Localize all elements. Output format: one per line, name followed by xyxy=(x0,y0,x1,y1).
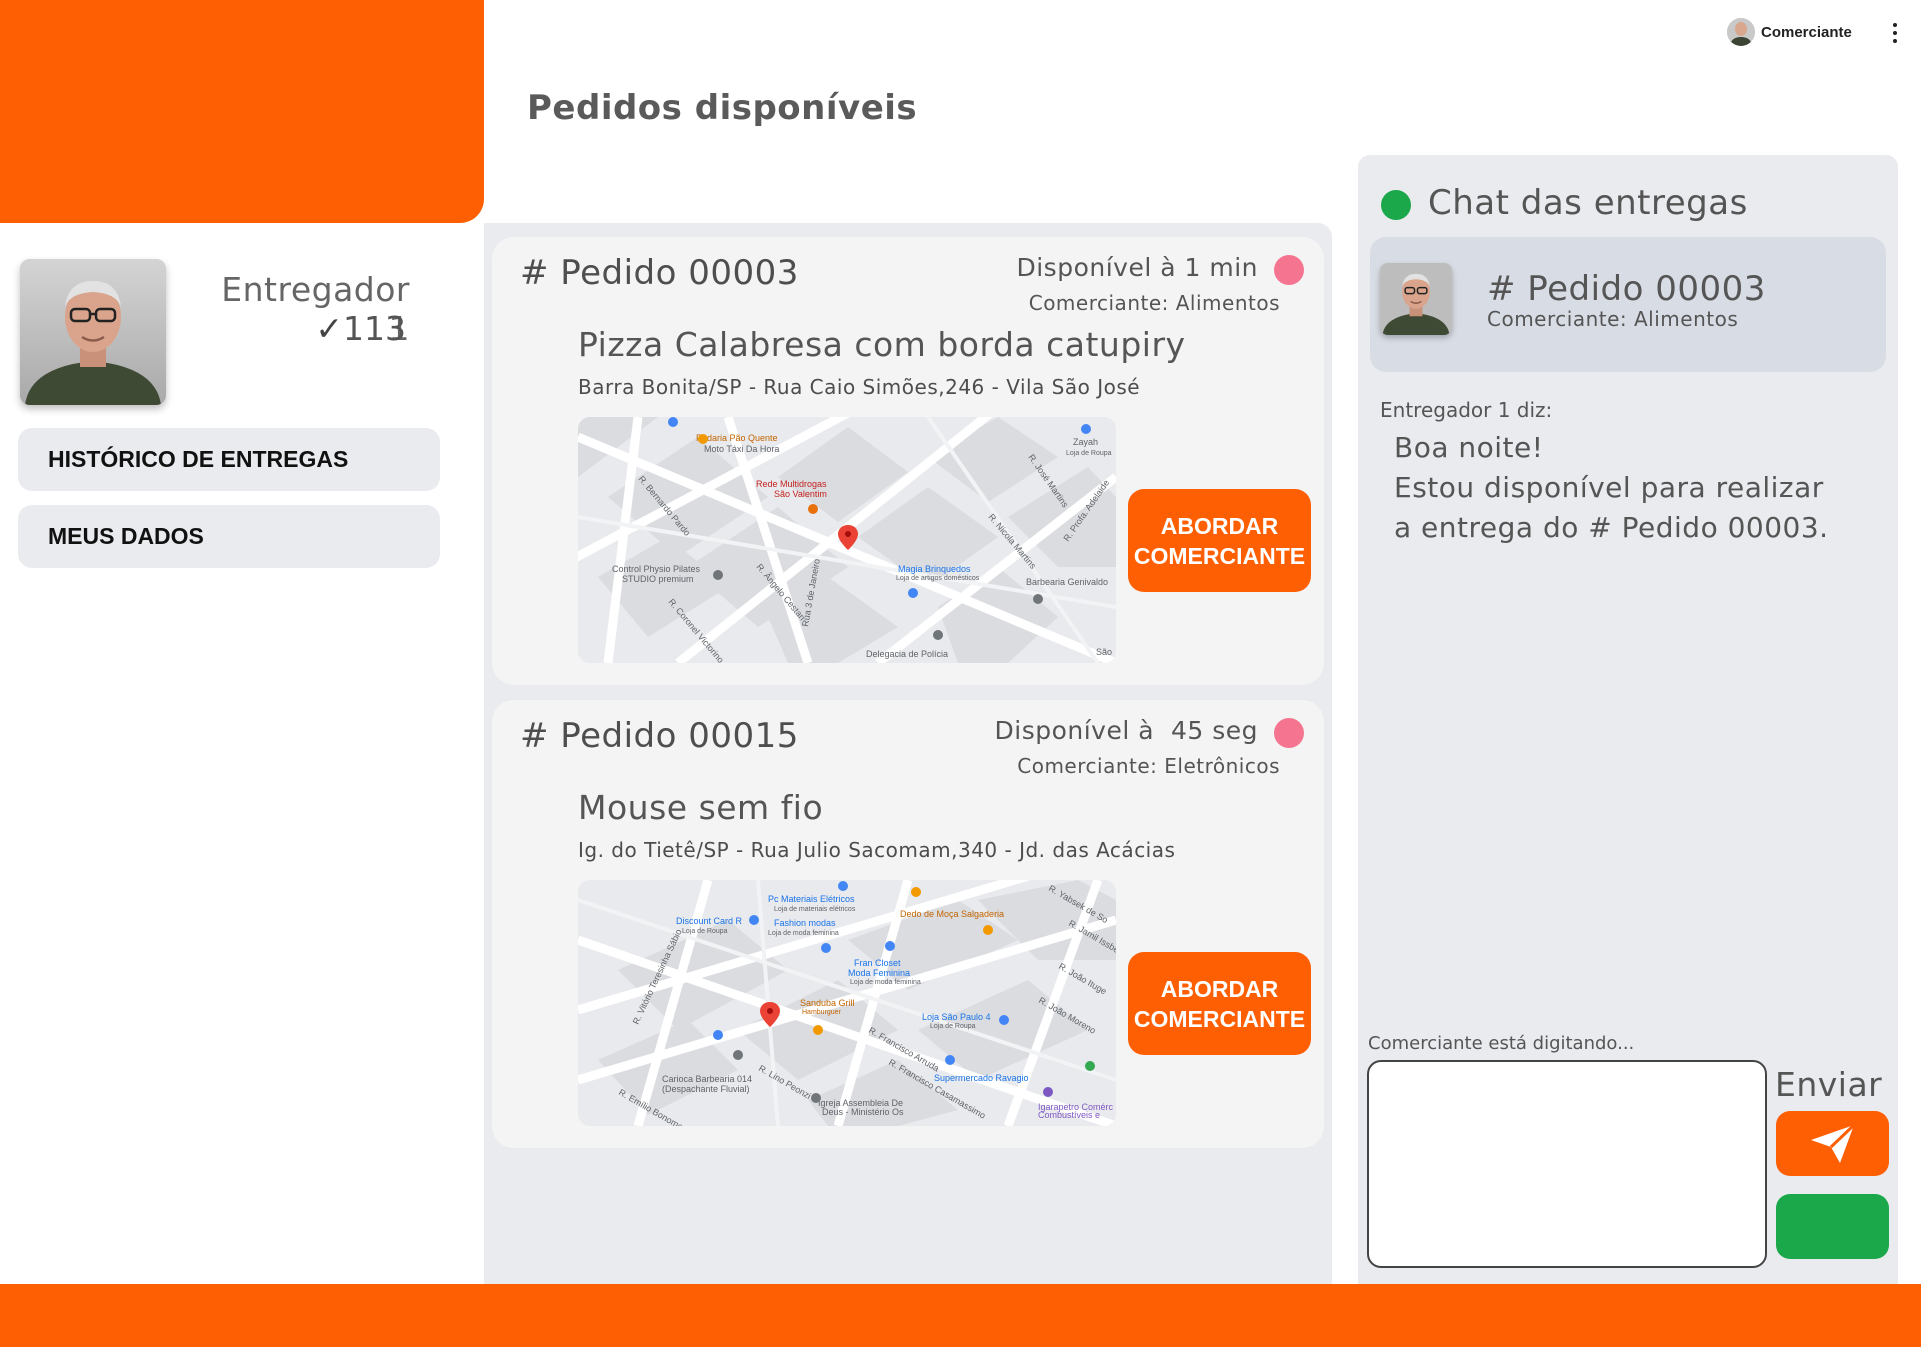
approach-merchant-button[interactable]: ABORDAR COMERCIANTE xyxy=(1128,952,1311,1055)
svg-text:Fashion modas: Fashion modas xyxy=(774,918,836,928)
order-merchant: Comerciante: Alimentos xyxy=(1028,291,1280,315)
order-product: Pizza Calabresa com borda catupiry xyxy=(578,325,1186,364)
topbar-user-name: Comerciante xyxy=(1761,23,1852,41)
svg-text:Dedo de Moça Salgaderia: Dedo de Moça Salgaderia xyxy=(900,909,1004,919)
courier-avatar xyxy=(1380,263,1452,335)
status-dot xyxy=(1274,255,1304,285)
footer-bar xyxy=(0,1284,1921,1347)
svg-text:Loja São Paulo 4: Loja São Paulo 4 xyxy=(922,1012,991,1022)
online-status-dot xyxy=(1381,190,1411,220)
svg-text:Delegacia de Polícia: Delegacia de Polícia xyxy=(866,649,948,659)
svg-text:Loja de Roupa: Loja de Roupa xyxy=(682,928,728,935)
order-merchant: Comerciante: Eletrônicos xyxy=(1017,754,1280,778)
order-available-time: Disponível à 1 min xyxy=(1016,253,1258,282)
svg-text:(Despachante Fluvial): (Despachante Fluvial) xyxy=(662,1084,750,1094)
order-address: Barra Bonita/SP - Rua Caio Simões,246 - … xyxy=(578,375,1141,399)
svg-text:Supermercado Ravagio: Supermercado Ravagio xyxy=(934,1073,1029,1083)
svg-text:Discount Card R: Discount Card R xyxy=(676,916,743,926)
order-address: Ig. do Tietê/SP - Rua Julio Sacomam,340 … xyxy=(578,838,1176,862)
svg-text:Loja de Roupa: Loja de Roupa xyxy=(1066,450,1112,457)
svg-text:Combustíveis e: Combustíveis e xyxy=(1038,1110,1100,1120)
order-available-time: Disponível à 45 seg xyxy=(994,716,1258,745)
svg-text:Loja de materiais elétricos: Loja de materiais elétricos xyxy=(774,906,856,913)
svg-text:Hamburguer: Hamburguer xyxy=(802,1009,842,1016)
svg-text:Moda Feminina: Moda Feminina xyxy=(848,968,910,978)
chat-message-text: Boa noite! Estou disponível para realiza… xyxy=(1394,431,1829,544)
svg-text:Loja de moda feminina: Loja de moda feminina xyxy=(850,979,921,986)
chat-conversation-header[interactable]: # Pedido 00003 Comerciante: Alimentos xyxy=(1370,237,1886,372)
check-icon: ✓ xyxy=(315,309,343,348)
chat-title: Chat das entregas xyxy=(1428,183,1748,223)
approach-merchant-label-line2: COMERCIANTE xyxy=(1133,542,1306,569)
delivery-history-button[interactable]: HISTÓRICO DE ENTREGAS xyxy=(18,428,440,491)
svg-text:Deus - Ministério Os: Deus - Ministério Os xyxy=(822,1107,904,1117)
chat-message-sender: Entregador 1 diz: xyxy=(1380,398,1553,422)
svg-text:Pc Materiais Elétricos: Pc Materiais Elétricos xyxy=(768,894,855,904)
svg-text:Carioca Barbearia 014: Carioca Barbearia 014 xyxy=(662,1074,752,1084)
svg-text:São Valentim: São Valentim xyxy=(774,489,827,499)
svg-text:Barbearia Genivaldo: Barbearia Genivaldo xyxy=(1026,577,1108,587)
deliveries-count: ✓113 xyxy=(196,309,406,348)
order-map[interactable]: Padaria Pão Quente Moto Táxi Da Hora Red… xyxy=(578,417,1116,663)
svg-text:Control Physio Pilates: Control Physio Pilates xyxy=(612,564,701,574)
status-dot xyxy=(1274,718,1304,748)
approach-merchant-label-line2: COMERCIANTE xyxy=(1133,1005,1306,1032)
order-card: # Pedido 00003 Disponível à 1 min Comerc… xyxy=(492,237,1324,685)
chat-order-number: # Pedido 00003 xyxy=(1487,269,1766,309)
paper-plane-icon xyxy=(1810,1123,1855,1163)
order-number: # Pedido 00003 xyxy=(520,253,799,293)
order-number: # Pedido 00015 xyxy=(520,716,799,756)
svg-text:STUDIO premium: STUDIO premium xyxy=(622,574,694,584)
kebab-menu-icon[interactable] xyxy=(1890,20,1900,46)
svg-text:São: São xyxy=(1096,647,1112,657)
svg-text:Fran Closet: Fran Closet xyxy=(854,958,901,968)
send-label: Enviar xyxy=(1775,1065,1883,1104)
courier-avatar xyxy=(20,259,166,405)
svg-text:Moto Táxi Da Hora: Moto Táxi Da Hora xyxy=(704,444,779,454)
page-title: Pedidos disponíveis xyxy=(527,88,918,128)
approach-merchant-button[interactable]: ABORDAR COMERCIANTE xyxy=(1128,489,1311,592)
svg-text:Loja de Roupa: Loja de Roupa xyxy=(930,1023,976,1030)
approach-merchant-label-line1: ABORDAR xyxy=(1160,512,1279,539)
typing-status: Comerciante está digitando... xyxy=(1368,1033,1635,1054)
send-button[interactable] xyxy=(1776,1111,1889,1176)
my-data-button[interactable]: MEUS DADOS xyxy=(18,505,440,568)
order-product: Mouse sem fio xyxy=(578,788,824,827)
svg-text:Rede Multidrogas: Rede Multidrogas xyxy=(756,479,827,489)
avatar xyxy=(1727,18,1755,46)
confirm-button[interactable] xyxy=(1776,1194,1889,1259)
svg-text:Padaria Pão Quente: Padaria Pão Quente xyxy=(696,433,778,443)
chat-message-input[interactable] xyxy=(1367,1060,1767,1268)
topbar-user-menu[interactable]: Comerciante xyxy=(1727,17,1852,47)
svg-text:Zayah: Zayah xyxy=(1073,437,1098,447)
svg-text:Loja de moda feminina: Loja de moda feminina xyxy=(768,930,839,937)
header-accent-block xyxy=(0,0,484,223)
chat-order-merchant: Comerciante: Alimentos xyxy=(1487,307,1739,331)
svg-text:Magia Brinquedos: Magia Brinquedos xyxy=(898,564,971,574)
order-map[interactable]: Pc Materiais Elétricos Loja de materiais… xyxy=(578,880,1116,1126)
order-card: # Pedido 00015 Disponível à 45 seg Comer… xyxy=(492,700,1324,1148)
deliveries-count-value: 113 xyxy=(343,309,406,348)
approach-merchant-label-line1: ABORDAR xyxy=(1160,975,1279,1002)
svg-text:Loja de artigos domésticos: Loja de artigos domésticos xyxy=(896,575,980,582)
svg-text:Sanduba Grill: Sanduba Grill xyxy=(800,998,855,1008)
